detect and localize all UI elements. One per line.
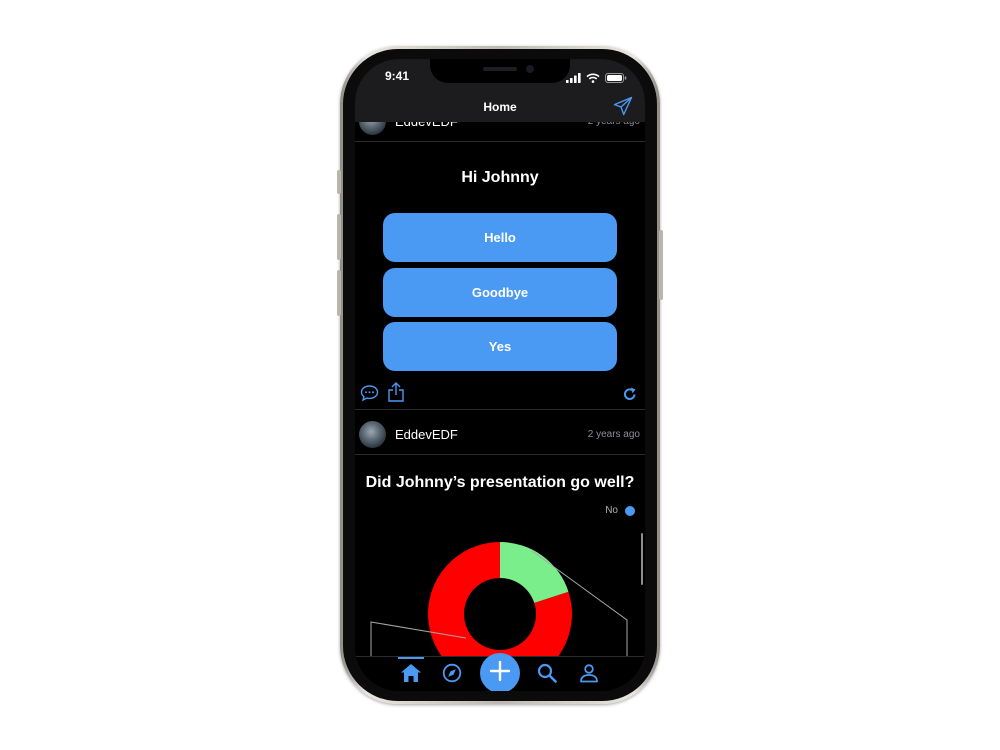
post-timestamp: 2 years ago xyxy=(587,429,640,440)
notch xyxy=(430,59,570,83)
scroll-indicator[interactable] xyxy=(641,533,643,585)
compass-icon[interactable] xyxy=(442,663,462,688)
refresh-icon[interactable] xyxy=(623,386,637,406)
earpiece-speaker xyxy=(483,67,517,71)
status-time: 9:41 xyxy=(385,69,410,83)
post-question: Did Johnny’s presentation go well? xyxy=(365,474,635,491)
poll-option-goodbye-button[interactable]: Goodbye xyxy=(383,268,617,317)
donut-chart xyxy=(370,542,628,659)
volume-down-button xyxy=(337,270,341,316)
divider xyxy=(355,409,645,410)
poll-option-yes-button[interactable]: Yes xyxy=(383,322,617,371)
volume-up-button xyxy=(337,214,341,260)
home-icon[interactable] xyxy=(400,663,422,688)
search-icon[interactable] xyxy=(537,663,557,688)
wifi-icon xyxy=(586,70,600,88)
post-header: EddevEDF 2 years ago xyxy=(355,420,645,450)
avatar[interactable] xyxy=(359,421,386,448)
cellular-signal-icon xyxy=(566,70,581,88)
battery-icon xyxy=(605,70,627,88)
front-camera xyxy=(526,65,534,73)
comment-icon[interactable] xyxy=(360,384,379,407)
active-tab-indicator xyxy=(398,657,424,659)
divider xyxy=(355,141,645,142)
power-button xyxy=(659,230,663,300)
paper-plane-icon[interactable] xyxy=(613,96,633,121)
plus-icon xyxy=(489,660,511,687)
page-title: Home xyxy=(483,100,517,114)
divider xyxy=(355,454,645,455)
create-post-button[interactable] xyxy=(480,653,520,691)
profile-icon[interactable] xyxy=(579,663,599,688)
donut-slice[interactable] xyxy=(500,542,569,603)
status-icons xyxy=(566,70,627,88)
share-icon[interactable] xyxy=(387,381,405,408)
feed[interactable]: EddevEDF 2 years ago Hi Johnny Hello Goo… xyxy=(355,59,645,691)
silent-switch xyxy=(337,170,341,194)
poll-option-hello-button[interactable]: Hello xyxy=(383,213,617,262)
phone-screen: EddevEDF 2 years ago Hi Johnny Hello Goo… xyxy=(355,59,645,691)
post-question: Hi Johnny xyxy=(461,169,539,186)
username[interactable]: EddevEDF xyxy=(395,427,458,442)
